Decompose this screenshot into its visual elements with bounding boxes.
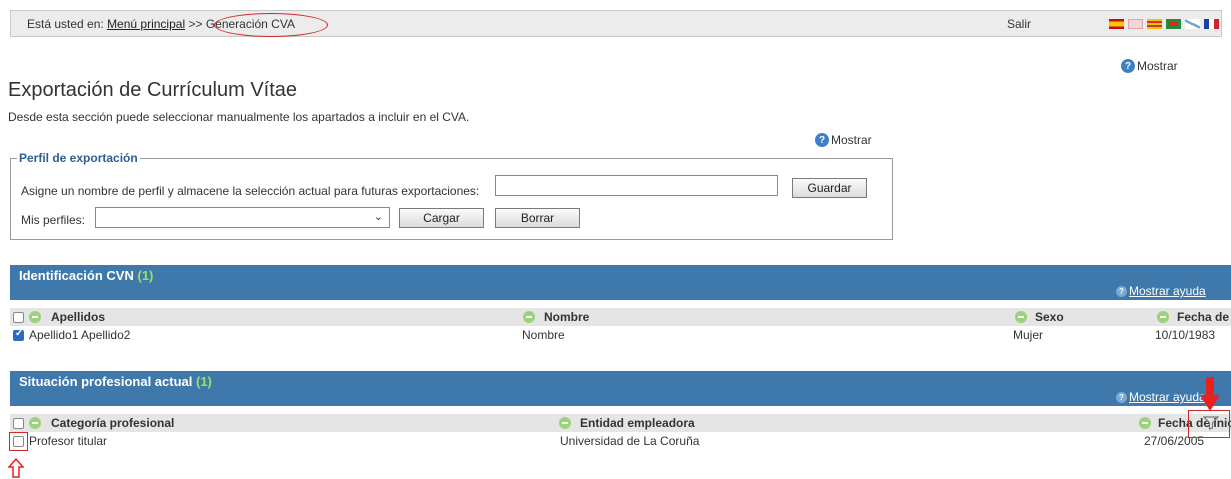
help-icon: ? (1116, 391, 1127, 403)
section-help[interactable]: ? Mostrar ayuda (1116, 390, 1206, 404)
annotation-box-filter (1188, 410, 1230, 438)
logout-link[interactable]: Salir (1007, 17, 1031, 31)
help-icon: ? (1116, 285, 1127, 297)
chevron-down-icon: ⌄ (373, 211, 383, 223)
show-help-link[interactable]: Mostrar ayuda (1129, 284, 1206, 298)
flag-es-icon[interactable] (1109, 19, 1124, 29)
sort-icon[interactable] (1157, 311, 1169, 323)
save-profile-button[interactable]: Guardar (792, 178, 867, 198)
table-cell: Profesor titular (29, 434, 108, 448)
column-header[interactable]: Apellidos (51, 310, 105, 324)
help-icon: ? (815, 133, 829, 147)
table-header-row: Apellidos Nombre Sexo Fecha de (10, 308, 1231, 326)
section-count: (1) (196, 374, 212, 389)
section-title: Situación profesional actual (1) (19, 374, 212, 389)
annotation-box-checkbox (9, 432, 28, 451)
select-all-checkbox[interactable] (13, 418, 24, 429)
section-title-text: Situación profesional actual (19, 374, 193, 389)
breadcrumb-separator: >> (188, 17, 203, 31)
flag-ca-icon[interactable] (1147, 19, 1162, 29)
section-title-text: Identificación CVN (19, 268, 134, 283)
breadcrumb-bar: Está usted en: Menú principal >> Generac… (10, 10, 1222, 37)
load-profile-button[interactable]: Cargar (399, 208, 484, 228)
export-profile-panel: Perfil de exportación Asigne un nombre d… (10, 151, 893, 240)
page-title: Exportación de Currículum Vítae (8, 79, 298, 101)
help-show-label: Mostrar (1137, 59, 1178, 73)
table-header-row: Categoría profesional Entidad empleadora… (10, 414, 1231, 432)
column-header[interactable]: Nombre (544, 310, 589, 324)
section-count: (1) (137, 268, 154, 283)
help-show-label: Mostrar (831, 133, 872, 147)
page-description: Desde esta sección puede seleccionar man… (8, 110, 470, 124)
my-profiles-select[interactable]: ⌄ (95, 207, 390, 228)
breadcrumb-menu-link[interactable]: Menú principal (107, 17, 185, 31)
help-icon: ? (1121, 59, 1135, 73)
flag-fr-icon[interactable] (1204, 19, 1219, 29)
breadcrumb-prefix: Está usted en: (27, 17, 104, 31)
table-cell: Mujer (1013, 328, 1044, 342)
annotation-arrow-down-icon (1200, 377, 1220, 411)
sort-icon[interactable] (1139, 417, 1151, 429)
table-cell: Nombre (522, 328, 565, 342)
table-cell: Universidad de La Coruña (560, 434, 700, 448)
delete-profile-button[interactable]: Borrar (495, 208, 580, 228)
column-header[interactable]: Fecha de (1177, 310, 1229, 324)
row-checkbox[interactable] (13, 328, 24, 341)
export-profile-legend: Perfil de exportación (17, 151, 140, 165)
section-header-situacion: Situación profesional actual (1) ? Mostr… (10, 371, 1231, 406)
section-title: Identificación CVN (1) (19, 268, 153, 283)
table-cell: Apellido1 Apellido2 (29, 328, 131, 342)
sort-icon[interactable] (29, 311, 41, 323)
profile-name-label: Asigne un nombre de perfil y almacene la… (21, 184, 480, 198)
help-toggle-top[interactable]: ? Mostrar (1121, 59, 1178, 73)
section-header-identificacion: Identificación CVN (1) ? Mostrar ayuda (10, 265, 1231, 300)
select-all-checkbox[interactable] (13, 312, 24, 323)
flag-gl-icon[interactable] (1185, 19, 1200, 29)
annotation-arrow-up-icon (8, 458, 24, 478)
column-header[interactable]: Categoría profesional (51, 416, 174, 430)
column-header[interactable]: Sexo (1035, 310, 1064, 324)
help-toggle-profile[interactable]: ? Mostrar (815, 133, 872, 147)
show-help-link[interactable]: Mostrar ayuda (1129, 390, 1206, 404)
sort-icon[interactable] (559, 417, 571, 429)
profile-name-input[interactable] (495, 175, 778, 196)
column-header[interactable]: Entidad empleadora (580, 416, 695, 430)
table-cell: 10/10/1983 (1155, 328, 1216, 342)
flag-eu-icon[interactable] (1166, 19, 1181, 29)
my-profiles-label: Mis perfiles: (21, 213, 86, 227)
sort-icon[interactable] (1015, 311, 1027, 323)
flag-uk-icon[interactable] (1128, 19, 1143, 29)
section-help[interactable]: ? Mostrar ayuda (1116, 284, 1206, 298)
sort-icon[interactable] (523, 311, 535, 323)
language-flags (1109, 19, 1219, 29)
annotation-circle (214, 13, 328, 37)
sort-icon[interactable] (29, 417, 41, 429)
